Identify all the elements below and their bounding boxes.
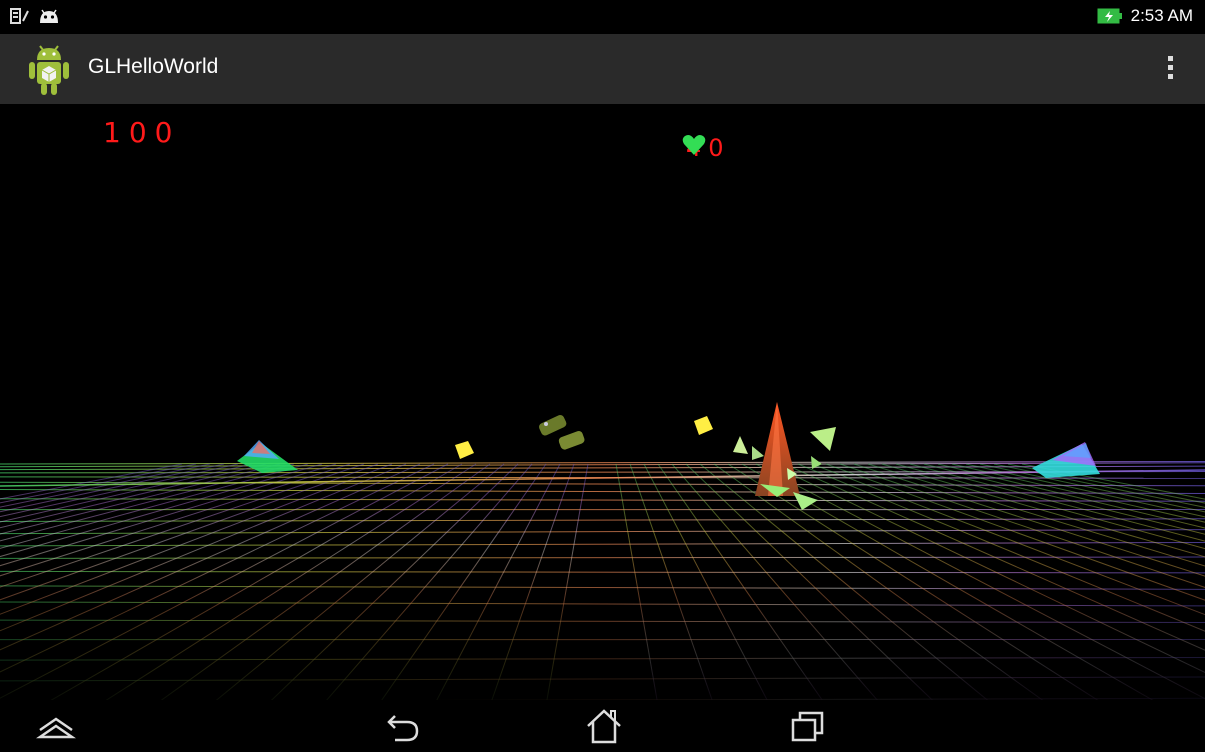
- hide-nav-icon[interactable]: [36, 708, 76, 744]
- recent-apps-icon[interactable]: [788, 708, 828, 744]
- score-display: 100: [103, 116, 181, 149]
- menu-dot: [1167, 56, 1173, 61]
- spike-explosion: [733, 402, 836, 510]
- home-icon[interactable]: [584, 708, 624, 744]
- notification-clipboard-icon: [10, 8, 29, 24]
- navigation-bar: [0, 700, 1205, 752]
- back-icon[interactable]: [383, 708, 423, 744]
- game-viewport[interactable]: 100 40: [0, 104, 1205, 700]
- heart-icon: [682, 135, 706, 155]
- status-system: 2:53 AM: [1097, 6, 1193, 26]
- yellow-cube: [455, 441, 474, 459]
- grid-fade: [0, 574, 1205, 700]
- enemy-pyramid-left: [237, 440, 298, 473]
- overflow-menu-icon[interactable]: [1165, 56, 1175, 84]
- android-debug-icon: [40, 9, 58, 23]
- app-title: GLHelloWorld: [88, 55, 219, 78]
- status-notifications: [10, 7, 60, 25]
- menu-dot: [1167, 65, 1173, 70]
- action-bar: GLHelloWorld: [0, 34, 1205, 106]
- battery-charging-icon: [1097, 8, 1122, 24]
- status-bar: 2:53 AM: [0, 0, 1205, 34]
- yellow-cube: [694, 416, 713, 435]
- enemy-pyramid-right: [1032, 442, 1100, 478]
- game-scene[interactable]: [0, 104, 1205, 700]
- clock: 2:53 AM: [1130, 6, 1193, 25]
- lives-display: 40: [682, 134, 731, 162]
- screen: 2:53 AM GLHelloWorld 100 40: [0, 0, 1205, 752]
- android-app-icon[interactable]: [24, 40, 74, 98]
- menu-dot: [1167, 74, 1173, 79]
- droid-robot: [538, 414, 585, 450]
